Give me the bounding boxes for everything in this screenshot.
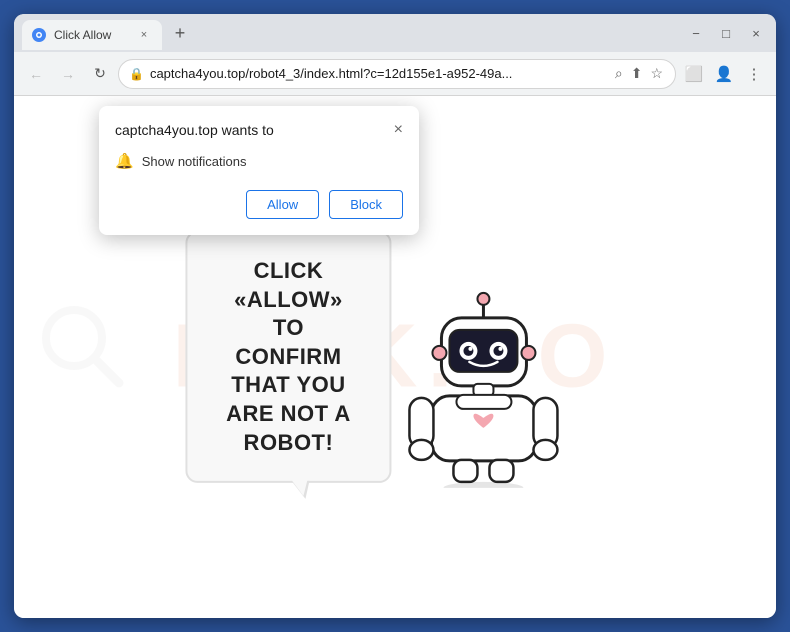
active-tab[interactable]: Click Allow × (22, 20, 162, 50)
allow-button[interactable]: Allow (246, 190, 319, 219)
tab-favicon (32, 28, 46, 42)
refresh-button[interactable]: ↻ (86, 60, 114, 88)
robot-image (401, 288, 566, 493)
captcha-speech-bubble: CLICK «ALLOW» TO CONFIRM THAT YOU ARE NO… (185, 231, 391, 483)
page-content: RISK.CO captcha4you.top wants to × 🔔 Sho… (14, 96, 776, 618)
maximize-button[interactable]: □ (714, 21, 738, 45)
bell-icon: 🔔 (115, 152, 134, 170)
search-icon[interactable]: ⌕ (613, 63, 625, 84)
share-icon[interactable]: ⬆ (629, 63, 645, 84)
tab-close-button[interactable]: × (136, 27, 152, 43)
popup-header: captcha4you.top wants to × (115, 122, 403, 138)
minimize-button[interactable]: − (684, 21, 708, 45)
bookmark-icon[interactable]: ☆ (648, 63, 665, 84)
account-button[interactable]: 👤 (710, 60, 738, 88)
back-button[interactable]: ← (22, 60, 50, 88)
close-button[interactable]: × (744, 21, 768, 45)
popup-title: captcha4you.top wants to (115, 122, 274, 138)
forward-button[interactable]: → (54, 60, 82, 88)
magnifier-watermark (34, 288, 134, 426)
notification-label: Show notifications (142, 154, 247, 169)
popup-buttons: Allow Block (115, 190, 403, 219)
address-bar[interactable]: 🔒 captcha4you.top/robot4_3/index.html?c=… (118, 59, 676, 89)
tab-area: Click Allow × + (22, 14, 680, 52)
lock-icon: 🔒 (129, 67, 144, 81)
title-bar: Click Allow × + − □ × (14, 14, 776, 52)
toolbar-right: ⬜ 👤 ⋮ (680, 60, 768, 88)
captcha-heading-line1: CLICK «ALLOW» TO CONFIRM THAT YOU (223, 257, 353, 400)
popup-close-button[interactable]: × (394, 122, 403, 138)
new-tab-button[interactable]: + (166, 19, 194, 47)
notification-popup: captcha4you.top wants to × 🔔 Show notifi… (99, 106, 419, 235)
notification-row: 🔔 Show notifications (115, 148, 403, 174)
url-text: captcha4you.top/robot4_3/index.html?c=12… (150, 66, 607, 81)
menu-button[interactable]: ⋮ (740, 60, 768, 88)
block-button[interactable]: Block (329, 190, 403, 219)
address-right-icons: ⌕ ⬆ ☆ (613, 63, 665, 84)
captcha-heading-line2: ARE NOT A ROBOT! (223, 400, 353, 457)
address-bar-row: ← → ↻ 🔒 captcha4you.top/robot4_3/index.h… (14, 52, 776, 96)
split-view-button[interactable]: ⬜ (680, 60, 708, 88)
browser-window: Click Allow × + − □ × ← → ↻ 🔒 captcha4yo… (14, 14, 776, 618)
window-controls: − □ × (684, 21, 768, 45)
tab-title: Click Allow (54, 28, 128, 42)
